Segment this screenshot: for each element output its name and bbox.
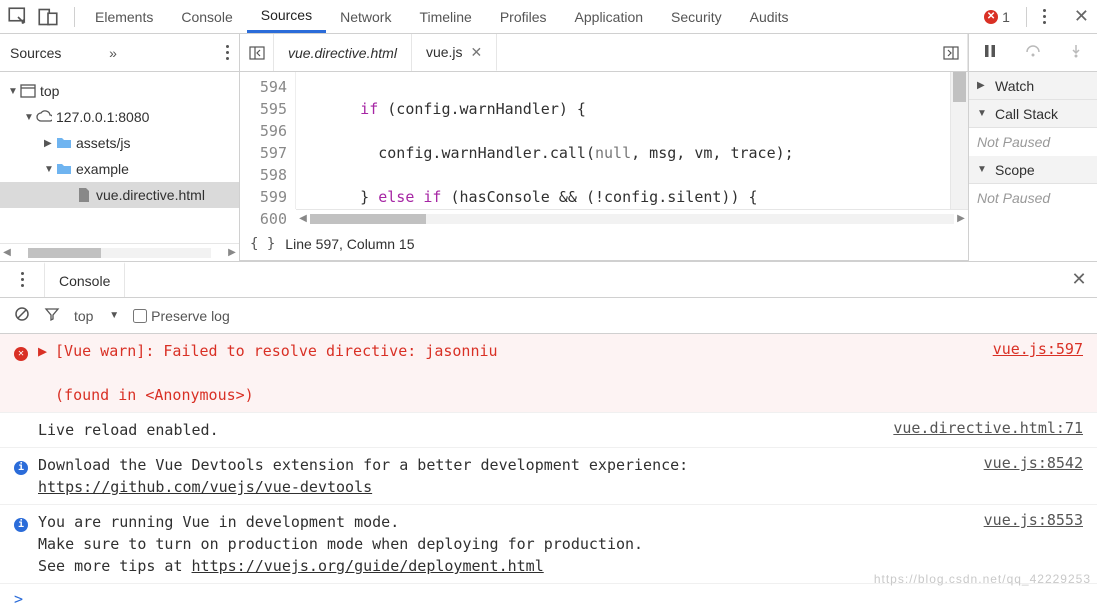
editor-tabs: vue.directive.html vue.js ✕	[240, 34, 968, 72]
cursor-position: Line 597, Column 15	[285, 236, 414, 252]
watch-panel-header[interactable]: ▶Watch	[969, 72, 1097, 100]
console-prompt[interactable]: >	[0, 584, 1097, 614]
panel-title: Watch	[995, 78, 1034, 94]
tree-host-label: 127.0.0.1:8080	[56, 109, 149, 125]
tab-console[interactable]: Console	[167, 0, 246, 33]
log-message: Download the Vue Devtools extension for …	[38, 456, 697, 474]
file-tab-label: vue.directive.html	[288, 45, 397, 61]
code-h-scrollbar[interactable]: ◀▶	[296, 209, 968, 227]
tree-file[interactable]: vue.directive.html	[0, 182, 239, 208]
line-gutter: 594595596597598599600	[240, 72, 296, 209]
tab-profiles[interactable]: Profiles	[486, 0, 561, 33]
console-body: ✕ ▶ [Vue warn]: Failed to resolve direct…	[0, 334, 1097, 614]
info-icon: i	[14, 518, 28, 532]
callstack-body: Not Paused	[969, 128, 1097, 156]
overflow-icon[interactable]: »	[109, 45, 117, 61]
tab-application[interactable]: Application	[561, 0, 658, 33]
editor-pane: vue.directive.html vue.js ✕ 5945955965975…	[240, 34, 969, 261]
sidebar-title: Sources	[10, 45, 99, 61]
drawer-tab-console[interactable]: Console	[44, 262, 125, 297]
file-tab-label: vue.js	[426, 44, 463, 60]
log-link[interactable]: https://vuejs.org/guide/deployment.html	[192, 557, 544, 575]
log-link[interactable]: https://github.com/vuejs/vue-devtools	[38, 478, 372, 496]
file-icon	[76, 187, 92, 203]
drawer-more-icon[interactable]	[0, 262, 44, 297]
close-icon[interactable]: ✕	[1074, 6, 1089, 27]
sidebar-more-icon[interactable]	[226, 45, 229, 60]
error-count: 1	[1002, 9, 1010, 25]
debugger-pane: ▶Watch ▼Call Stack Not Paused ▼Scope Not…	[969, 34, 1097, 261]
source-link[interactable]: vue.js:8542	[984, 454, 1083, 472]
step-into-icon[interactable]	[1066, 44, 1086, 61]
editor-statusbar: { } Line 597, Column 15	[240, 227, 968, 261]
tab-elements[interactable]: Elements	[81, 0, 167, 33]
tab-security[interactable]: Security	[657, 0, 736, 33]
pretty-print-icon[interactable]: { }	[250, 236, 275, 252]
context-label: top	[74, 308, 93, 324]
folder-label: assets/js	[76, 135, 130, 151]
source-link[interactable]: vue.directive.html:71	[893, 419, 1083, 437]
debug-controls	[969, 34, 1097, 72]
inspect-icon[interactable]	[8, 7, 28, 27]
console-info-row[interactable]: i You are running Vue in development mod…	[0, 505, 1097, 584]
sources-sidebar: Sources » ▼ top ▼ 127.0.0.1:8080 ▶ asset…	[0, 34, 240, 261]
folder-label: example	[76, 161, 129, 177]
source-link[interactable]: vue.js:597	[993, 340, 1083, 358]
context-selector[interactable]: top ▼	[74, 308, 119, 324]
scope-body: Not Paused	[969, 184, 1097, 212]
file-tab-directive[interactable]: vue.directive.html	[274, 34, 412, 71]
panel-title: Scope	[995, 162, 1035, 178]
tree-top-label: top	[40, 83, 59, 99]
tree-folder-assets[interactable]: ▶ assets/js	[0, 130, 239, 156]
main-area: Sources » ▼ top ▼ 127.0.0.1:8080 ▶ asset…	[0, 34, 1097, 261]
file-label: vue.directive.html	[96, 187, 205, 203]
frame-icon	[20, 83, 36, 99]
error-count-badge[interactable]: ✕1	[984, 9, 1010, 25]
callstack-panel-header[interactable]: ▼Call Stack	[969, 100, 1097, 128]
tree-host[interactable]: ▼ 127.0.0.1:8080	[0, 104, 239, 130]
file-tab-vuejs[interactable]: vue.js ✕	[412, 34, 497, 71]
file-tree: ▼ top ▼ 127.0.0.1:8080 ▶ assets/js ▼ exa…	[0, 72, 239, 243]
folder-icon	[56, 135, 72, 151]
code-v-scrollbar[interactable]	[950, 72, 968, 209]
preserve-log-checkbox[interactable]: Preserve log	[133, 308, 230, 324]
cloud-icon	[36, 109, 52, 125]
filter-icon[interactable]	[44, 306, 60, 325]
pause-icon[interactable]	[980, 44, 1000, 61]
close-tab-icon[interactable]: ✕	[471, 44, 483, 61]
console-drawer: Console ✕ top ▼ Preserve log ✕ ▶ [Vue wa…	[0, 261, 1097, 614]
divider	[74, 7, 75, 27]
tab-audits[interactable]: Audits	[736, 0, 803, 33]
console-log-row[interactable]: Live reload enabled. vue.directive.html:…	[0, 413, 1097, 448]
devtools-topbar: Elements Console Sources Network Timelin…	[0, 0, 1097, 34]
tab-timeline[interactable]: Timeline	[405, 0, 485, 33]
more-menu-icon[interactable]	[1043, 9, 1046, 24]
panel-title: Call Stack	[995, 106, 1058, 122]
clear-console-icon[interactable]	[14, 306, 30, 325]
log-message: Live reload enabled.	[38, 419, 875, 441]
code-area: 594595596597598599600 if (config.warnHan…	[240, 72, 968, 209]
panel-tabs: Elements Console Sources Network Timelin…	[81, 0, 984, 33]
close-drawer-icon[interactable]: ✕	[1061, 262, 1097, 297]
nav-toggle-icon[interactable]	[240, 34, 274, 71]
tab-network[interactable]: Network	[326, 0, 405, 33]
tree-top[interactable]: ▼ top	[0, 78, 239, 104]
console-info-row[interactable]: i Download the Vue Devtools extension fo…	[0, 448, 1097, 505]
tree-folder-example[interactable]: ▼ example	[0, 156, 239, 182]
nav-toggle-right-icon[interactable]	[934, 34, 968, 71]
error-message: [Vue warn]: Failed to resolve directive:…	[55, 342, 498, 360]
error-detail: (found in <Anonymous>)	[55, 386, 254, 404]
code-content[interactable]: if (config.warnHandler) { config.warnHan…	[296, 72, 950, 209]
scope-panel-header[interactable]: ▼Scope	[969, 156, 1097, 184]
sidebar-h-scrollbar[interactable]: ◀▶	[0, 243, 239, 261]
step-over-icon[interactable]	[1023, 44, 1043, 61]
source-link[interactable]: vue.js:8553	[984, 511, 1083, 529]
info-icon: i	[14, 461, 28, 475]
preserve-log-label: Preserve log	[151, 308, 230, 324]
device-toggle-icon[interactable]	[38, 7, 58, 27]
folder-icon	[56, 161, 72, 177]
tab-sources[interactable]: Sources	[247, 0, 326, 33]
console-error-row[interactable]: ✕ ▶ [Vue warn]: Failed to resolve direct…	[0, 334, 1097, 413]
divider	[1026, 7, 1027, 27]
